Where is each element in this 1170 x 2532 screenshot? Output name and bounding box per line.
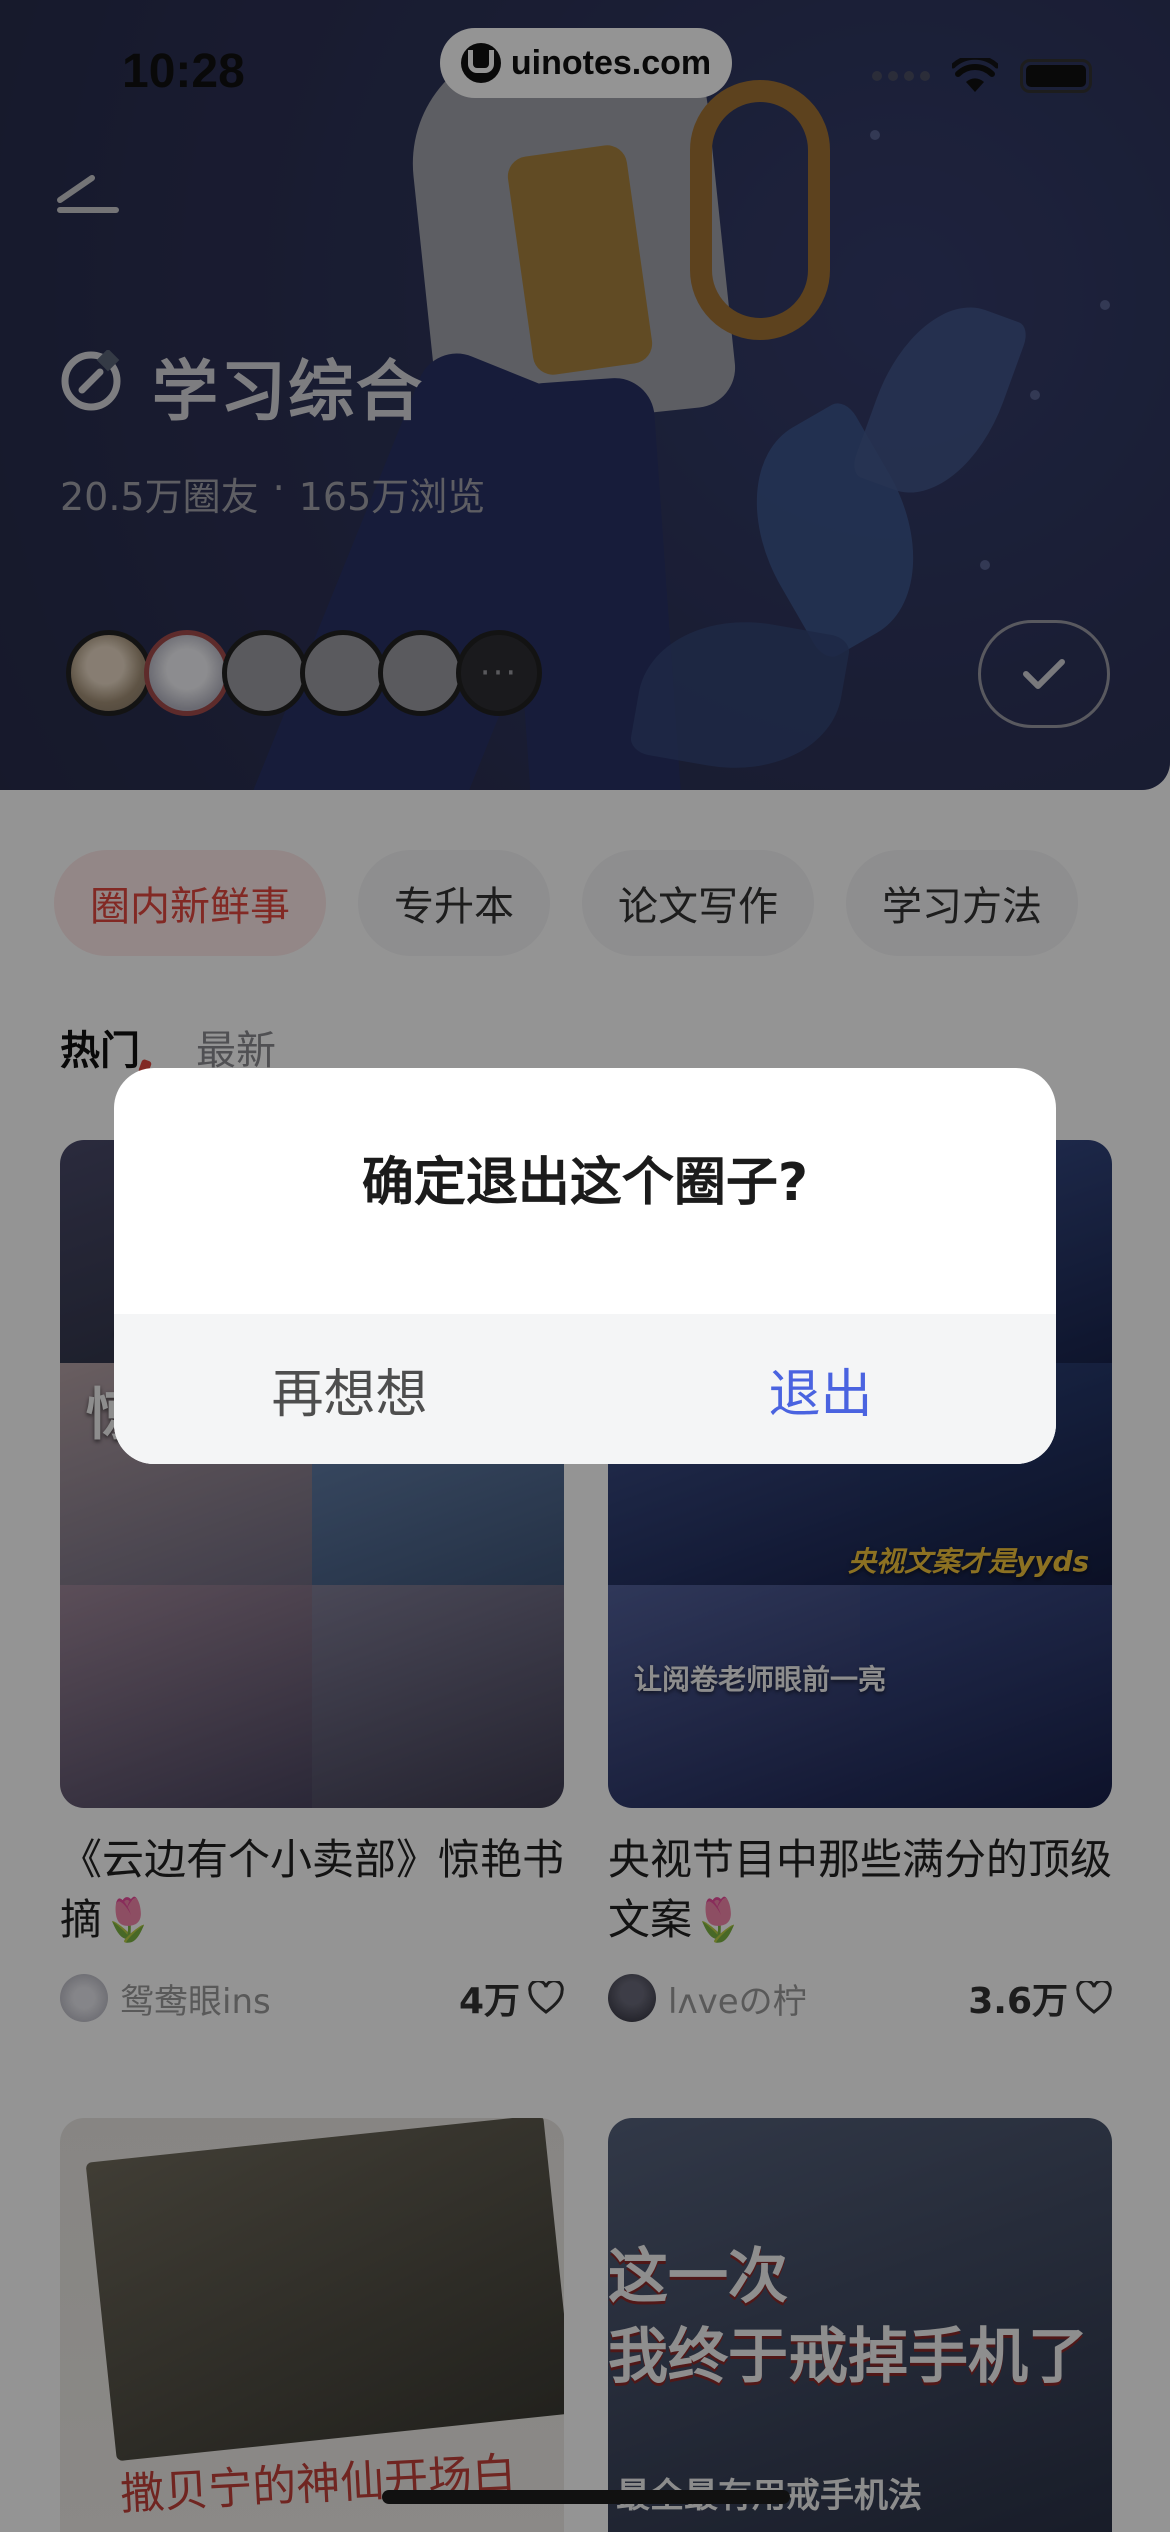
dialog-actions: 再想想 退出: [114, 1314, 1056, 1464]
cancel-button[interactable]: 再想想: [114, 1314, 585, 1464]
home-indicator[interactable]: [382, 2490, 790, 2504]
exit-button[interactable]: 退出: [585, 1314, 1056, 1464]
dialog-title: 确定退出这个圈子?: [361, 1153, 809, 1213]
exit-circle-dialog: 确定退出这个圈子? 再想想 退出: [114, 1068, 1056, 1464]
